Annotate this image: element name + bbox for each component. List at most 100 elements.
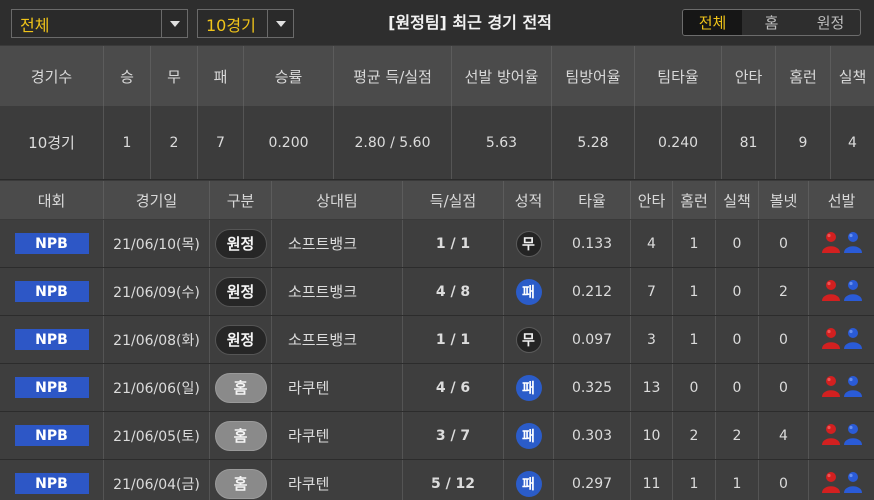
games-count-select[interactable]: 10경기 [197, 9, 294, 38]
blue-person-icon[interactable] [843, 471, 863, 497]
score: 3 / 7 [435, 427, 471, 444]
league-cell: NPB [0, 316, 104, 363]
avg-cell: 0.097 [554, 316, 631, 363]
bb-cell: 2 [759, 268, 809, 315]
starting-pitchers [821, 375, 863, 401]
score-cell: 1 / 1 [403, 220, 504, 267]
blue-person-icon[interactable] [843, 279, 863, 305]
opponent-name: 소프트뱅크 [288, 331, 358, 349]
walks: 2 [779, 283, 788, 300]
hits: 10 [642, 427, 661, 444]
table-row[interactable]: NPB 21/06/06(일) 홈 라쿠텐 4 / 6 패 0.325 13 0 0 0 [0, 364, 874, 412]
hr-cell: 0 [673, 364, 716, 411]
opponent-name: 라쿠텐 [288, 427, 330, 445]
result-cell: 무 [504, 316, 554, 363]
summary-header: 승률 [244, 46, 334, 106]
page-title: [원정팀] 최근 경기 전적 [388, 13, 552, 32]
tab-away[interactable]: 원정 [801, 10, 860, 35]
score: 5 / 12 [430, 475, 476, 492]
hits-cell: 7 [631, 268, 673, 315]
blue-person-icon[interactable] [843, 327, 863, 353]
blue-person-icon[interactable] [843, 375, 863, 401]
hr-cell: 2 [673, 412, 716, 459]
red-person-icon[interactable] [821, 423, 841, 449]
games-header: 안타 [631, 181, 673, 219]
games-header: 타율 [554, 181, 631, 219]
opponent-cell: 라쿠텐 [272, 460, 403, 500]
walks: 0 [779, 331, 788, 348]
red-person-icon[interactable] [821, 375, 841, 401]
errors: 1 [732, 475, 742, 492]
table-row[interactable]: NPB 21/06/09(수) 원정 소프트뱅크 4 / 8 패 0.212 7 1 0 2 [0, 268, 874, 316]
chevron-down-icon[interactable] [267, 10, 293, 37]
result-badge: 무 [515, 326, 542, 353]
games-header: 홈런 [673, 181, 716, 219]
opponent-cell: 라쿠텐 [272, 412, 403, 459]
score: 1 / 1 [435, 331, 471, 348]
bb-cell: 0 [759, 460, 809, 500]
score-cell: 5 / 12 [403, 460, 504, 500]
venue-filter-tabs: 전체 홈 원정 [682, 9, 861, 36]
hr-cell: 1 [673, 316, 716, 363]
summary-value: 2 [151, 106, 198, 179]
opponent-name: 라쿠텐 [288, 379, 330, 397]
venue-badge: 홈 [214, 420, 267, 451]
batting-avg: 0.212 [571, 283, 613, 300]
avg-cell: 0.325 [554, 364, 631, 411]
red-person-icon[interactable] [821, 279, 841, 305]
blue-person-icon[interactable] [843, 231, 863, 257]
result-cell: 패 [504, 268, 554, 315]
summary-value: 81 [722, 106, 776, 179]
venue-badge: 원정 [214, 228, 267, 259]
pitcher-cell [809, 364, 874, 411]
league-cell: NPB [0, 268, 104, 315]
venue-badge: 원정 [214, 324, 267, 355]
tab-all[interactable]: 전체 [683, 10, 742, 35]
home-runs: 1 [689, 475, 699, 492]
date-cell: 21/06/08(화) [104, 316, 210, 363]
red-person-icon[interactable] [821, 471, 841, 497]
game-date: 21/06/04(금) [113, 476, 200, 493]
pitcher-cell [809, 412, 874, 459]
table-row[interactable]: NPB 21/06/04(금) 홈 라쿠텐 5 / 12 패 0.297 11 1 1 0 [0, 460, 874, 500]
hits-cell: 3 [631, 316, 673, 363]
summary-value: 5.28 [552, 106, 635, 179]
games-header: 볼넷 [759, 181, 809, 219]
games-header: 대회 [0, 181, 104, 219]
score: 4 / 8 [435, 283, 471, 300]
table-row[interactable]: NPB 21/06/10(목) 원정 소프트뱅크 1 / 1 무 0.133 4 1 0 0 [0, 220, 874, 268]
batting-avg: 0.325 [571, 379, 613, 396]
red-person-icon[interactable] [821, 231, 841, 257]
hr-cell: 1 [673, 460, 716, 500]
league-badge: NPB [14, 425, 89, 446]
games-header-row: 대회 경기일 구분 상대팀 득/실점 성적 타율 안타 홈런 실책 볼넷 선발 [0, 181, 874, 219]
date-cell: 21/06/04(금) [104, 460, 210, 500]
table-row[interactable]: NPB 21/06/08(화) 원정 소프트뱅크 1 / 1 무 0.097 3 1 0 0 [0, 316, 874, 364]
blue-person-icon[interactable] [843, 423, 863, 449]
score-cell: 4 / 6 [403, 364, 504, 411]
game-date: 21/06/05(토) [113, 428, 200, 445]
league-select[interactable]: 전체 [11, 9, 188, 38]
hits: 4 [647, 235, 656, 252]
game-date: 21/06/09(수) [113, 284, 200, 301]
summary-header-row: 경기수 승 무 패 승률 평균 득/실점 선발 방어율 팀방어율 팀타율 안타 … [0, 46, 874, 106]
hits: 11 [642, 475, 661, 492]
pitcher-cell [809, 460, 874, 500]
tab-home[interactable]: 홈 [742, 10, 801, 35]
league-cell: NPB [0, 220, 104, 267]
summary-header: 팀타율 [635, 46, 722, 106]
chevron-down-icon[interactable] [161, 10, 187, 37]
starting-pitchers [821, 471, 863, 497]
errors: 0 [732, 235, 742, 252]
league-badge: NPB [14, 329, 89, 350]
result-badge: 패 [515, 422, 542, 449]
errors: 2 [732, 427, 742, 444]
venue-cell: 원정 [210, 316, 272, 363]
summary-value: 0.240 [635, 106, 722, 179]
batting-avg: 0.303 [571, 427, 613, 444]
score-cell: 4 / 8 [403, 268, 504, 315]
pitcher-cell [809, 316, 874, 363]
red-person-icon[interactable] [821, 327, 841, 353]
result-badge: 패 [515, 278, 542, 305]
table-row[interactable]: NPB 21/06/05(토) 홈 라쿠텐 3 / 7 패 0.303 10 2 2 4 [0, 412, 874, 460]
